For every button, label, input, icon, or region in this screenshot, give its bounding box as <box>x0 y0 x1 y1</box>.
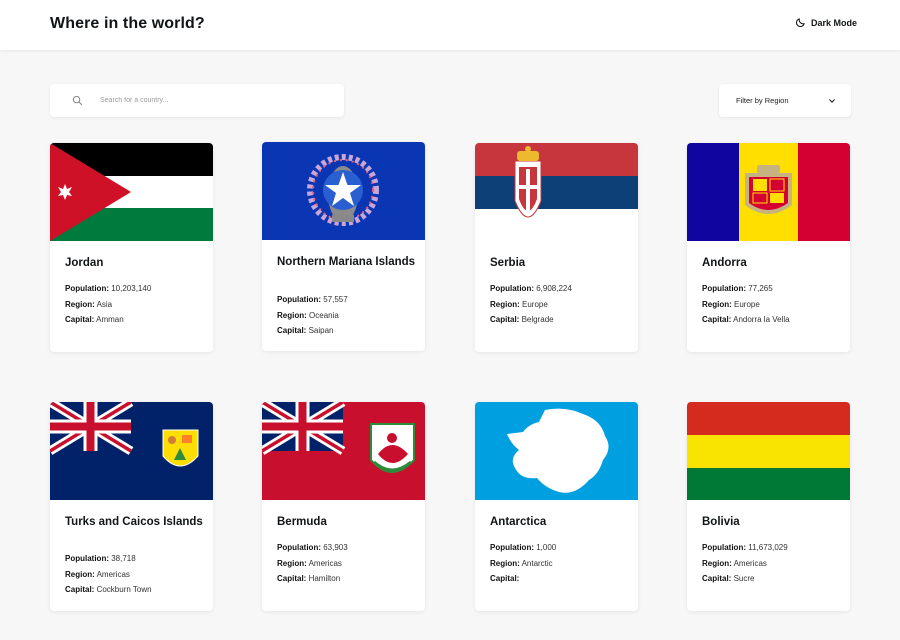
flag-jordan <box>50 143 213 241</box>
population-value: 63,903 <box>323 543 348 552</box>
capital-label: Capital: <box>702 574 732 583</box>
flag-bermuda <box>262 402 425 500</box>
region-value: Europe <box>734 299 760 309</box>
capital-value: Sucre <box>733 574 755 583</box>
region-label: Region: <box>65 569 95 579</box>
app-header: Where in the world? Dark Mode <box>0 0 900 50</box>
capital-value: Saipan <box>308 326 334 335</box>
country-details: Population: 63,903 Region: Americas Capi… <box>277 540 348 587</box>
population-value: 10,203,140 <box>111 284 152 293</box>
population-label: Population: <box>277 543 321 552</box>
country-name: Turks and Caicos Islands <box>65 516 203 528</box>
region-filter-dropdown[interactable]: Filter by Region <box>719 84 851 117</box>
country-card-antarctica[interactable]: Antarctica Population: 1,000 Region: Ant… <box>475 402 638 611</box>
region-label: Region: <box>490 299 520 309</box>
population-label: Population: <box>702 543 746 552</box>
flag-turks-and-caicos-islands <box>50 402 213 500</box>
region-value: Americas <box>96 569 130 579</box>
population-label: Population: <box>490 284 534 293</box>
country-name: Bolivia <box>702 516 740 528</box>
capital-label: Capital: <box>702 315 732 324</box>
flag-bolivia <box>687 402 850 500</box>
region-value: Oceania <box>309 310 339 320</box>
population-value: 1,000 <box>536 543 557 552</box>
capital-value: Amman <box>96 315 124 324</box>
country-card-serbia[interactable]: Serbia Population: 6,908,224 Region: Eur… <box>475 143 638 352</box>
region-value: Europe <box>522 299 548 309</box>
country-details: Population: 38,718 Region: Americas Capi… <box>65 551 152 598</box>
region-label: Region: <box>277 310 307 320</box>
flag-antarctica <box>475 402 638 500</box>
capital-label: Capital: <box>277 574 307 583</box>
country-card-jordan[interactable]: Jordan Population: 10,203,140 Region: As… <box>50 143 213 352</box>
search-input[interactable] <box>100 92 330 109</box>
country-details: Population: 1,000 Region: Antarctic Capi… <box>490 540 556 587</box>
population-label: Population: <box>277 295 321 304</box>
country-details: Population: 77,265 Region: Europe Capita… <box>702 281 790 328</box>
capital-value: Belgrade <box>521 315 554 324</box>
capital-label: Capital: <box>65 315 95 324</box>
capital-label: Capital: <box>490 315 520 324</box>
population-label: Population: <box>65 284 109 293</box>
flag-andorra <box>687 143 850 241</box>
country-card-bermuda[interactable]: Bermuda Population: 63,903 Region: Ameri… <box>262 402 425 611</box>
dark-mode-toggle[interactable]: Dark Mode <box>795 17 857 28</box>
population-value: 6,908,224 <box>536 284 572 293</box>
capital-label: Capital: <box>490 574 520 583</box>
region-value: Americas <box>733 558 767 568</box>
country-details: Population: 11,673,029 Region: Americas … <box>702 540 788 587</box>
search-box <box>50 84 344 117</box>
region-label: Region: <box>277 558 307 568</box>
capital-label: Capital: <box>277 326 307 335</box>
dark-mode-label: Dark Mode <box>811 17 858 28</box>
chevron-down-icon <box>829 99 835 103</box>
population-value: 11,673,029 <box>748 543 788 552</box>
population-label: Population: <box>65 554 109 563</box>
country-card-turks-and-caicos-islands[interactable]: Turks and Caicos Islands Population: 38,… <box>50 402 213 611</box>
region-filter-label: Filter by Region <box>736 96 789 105</box>
country-details: Population: 57,557 Region: Oceania Capit… <box>277 292 348 339</box>
capital-label: Capital: <box>65 585 95 594</box>
population-label: Population: <box>490 543 534 552</box>
country-name: Andorra <box>702 257 747 269</box>
country-name: Bermuda <box>277 516 327 528</box>
region-label: Region: <box>702 299 732 309</box>
region-label: Region: <box>702 558 732 568</box>
capital-value: Cockburn Town <box>96 585 152 594</box>
search-icon <box>72 95 83 106</box>
country-name: Jordan <box>65 257 104 269</box>
population-value: 57,557 <box>323 295 348 304</box>
region-value: Asia <box>96 299 113 309</box>
moon-icon <box>796 18 805 27</box>
country-card-northern-mariana-islands[interactable]: Northern Mariana Islands Population: 57,… <box>262 142 425 351</box>
flag-northern-mariana-islands <box>262 142 425 240</box>
flag-serbia <box>475 143 638 241</box>
population-value: 77,265 <box>748 284 773 293</box>
country-card-bolivia[interactable]: Bolivia Population: 11,673,029 Region: A… <box>687 402 850 611</box>
region-label: Region: <box>65 299 95 309</box>
region-value: Antarctic <box>521 558 553 568</box>
capital-value: Andorra la Vella <box>733 315 790 324</box>
population-label: Population: <box>702 284 746 293</box>
region-value: Americas <box>308 558 342 568</box>
region-label: Region: <box>490 558 520 568</box>
population-value: 38,718 <box>111 554 136 563</box>
country-details: Population: 6,908,224 Region: Europe Cap… <box>490 281 572 328</box>
country-name: Northern Mariana Islands <box>277 256 416 268</box>
capital-value: Hamilton <box>308 574 341 583</box>
country-card-andorra[interactable]: Andorra Population: 77,265 Region: Europ… <box>687 143 850 352</box>
country-name: Antarctica <box>490 516 547 528</box>
country-name: Serbia <box>490 257 526 269</box>
country-details: Population: 10,203,140 Region: Asia Capi… <box>65 281 151 328</box>
app-title: Where in the world? <box>50 15 205 32</box>
